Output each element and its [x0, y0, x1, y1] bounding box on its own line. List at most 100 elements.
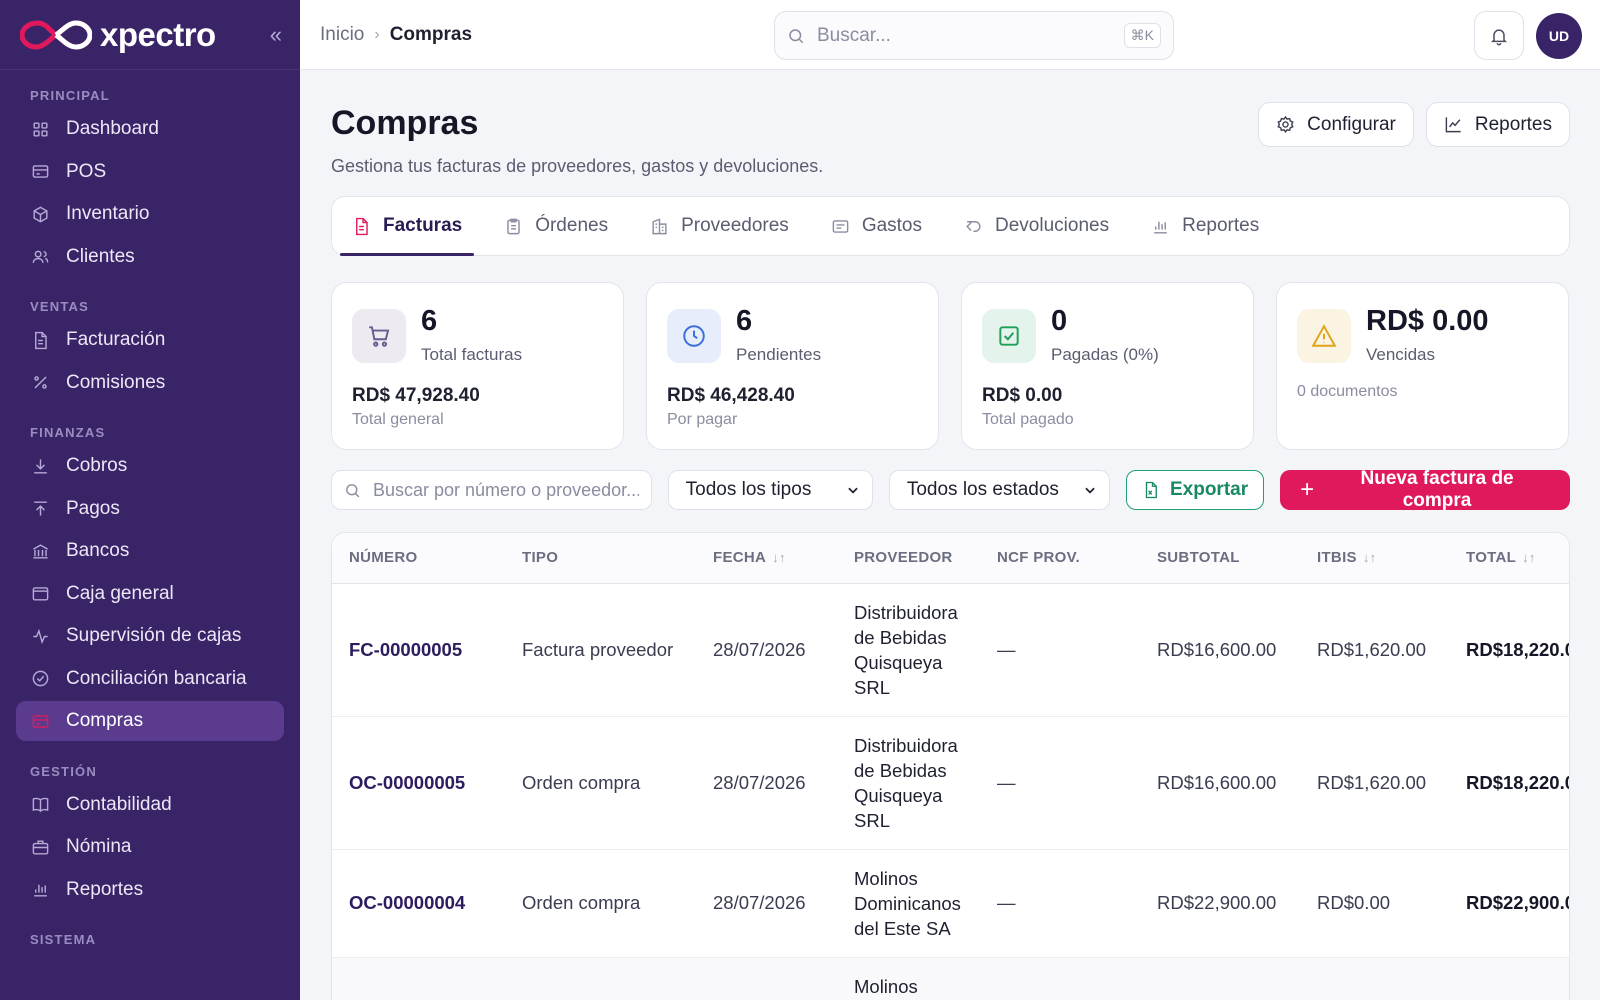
shortcut-hint: ⌘K [1123, 23, 1161, 48]
collapse-sidebar-icon[interactable]: « [270, 22, 282, 48]
search-icon [346, 483, 360, 497]
tab-gastos[interactable]: Gastos [819, 197, 934, 255]
reports-button[interactable]: Reportes [1425, 102, 1570, 147]
tab-facturas[interactable]: Facturas [340, 197, 475, 256]
stat-value: 0 [1051, 305, 1068, 337]
tab-reportes[interactable]: Reportes [1139, 197, 1271, 255]
cell-total: RD$22,900.00 [1449, 849, 1569, 958]
sidebar-item-label: Supervisión de cajas [66, 625, 242, 646]
export-button[interactable]: Exportar [1125, 470, 1265, 510]
cell-numero[interactable]: OC-00000005 [332, 716, 505, 850]
tab-proveedores[interactable]: Proveedores [638, 197, 801, 255]
sidebar-item-label: Cobros [66, 455, 128, 476]
table-row[interactable]: FC-00000005 Factura proveedor 28/07/2026 Di… [332, 583, 1569, 717]
nav-section-ventas: VENTAS Facturación Comisiones [0, 281, 300, 407]
global-search-input[interactable] [817, 24, 1124, 47]
sidebar-item-label: Contabilidad [66, 793, 172, 815]
stat-label: Total facturas [421, 345, 523, 364]
brand: xpectro « [0, 0, 300, 70]
sidebar-item-dashboard[interactable]: Dashboard [16, 109, 284, 149]
cell-subtotal: RD$16,600.00 [1140, 583, 1300, 717]
sidebar-item-facturacion[interactable]: Facturación [16, 320, 284, 360]
user-avatar[interactable]: UD [1536, 12, 1582, 59]
sort-icon[interactable]: ↓↑ [1522, 550, 1536, 565]
global-search[interactable]: ⌘K [774, 11, 1174, 60]
tab-devoluciones[interactable]: Devoluciones [952, 197, 1121, 255]
table-row[interactable]: OC-00000005 Orden compra 28/07/2026 Distrib… [332, 716, 1569, 850]
warning-icon [1297, 309, 1351, 363]
cell-total: RD$18,220.00 [1449, 583, 1569, 717]
stat-card: 0 Pagadas (0%) RD$ 0.00 Total pagado [961, 282, 1254, 450]
cell-proveedor: Molinos Dominicanos del Este SA [837, 849, 980, 958]
new-purchase-invoice-button[interactable]: + Nueva factura de compra [1280, 468, 1570, 511]
tab-ordenes[interactable]: Órdenes [492, 197, 620, 255]
sidebar-item-compras[interactable]: Compras [16, 701, 284, 741]
tabs-bar: Facturas Órdenes Proveedores Gastos Devoluci… [331, 196, 1570, 256]
table-row[interactable]: Molinos [332, 957, 1569, 1000]
cell-subtotal [1140, 957, 1300, 1000]
breadcrumb-home[interactable]: Inicio [320, 24, 364, 46]
clipboard-icon [504, 217, 535, 236]
sort-icon[interactable]: ↓↑ [772, 550, 786, 565]
stat-label: Pendientes [736, 345, 822, 364]
column-header-numero: NÚMERO [332, 533, 505, 584]
table-row[interactable]: OC-00000004 Orden compra 28/07/2026 Molinos… [332, 849, 1569, 958]
bar-chart-icon [1151, 217, 1182, 236]
export-button-label: Exportar [1169, 479, 1249, 500]
undo-icon [964, 217, 995, 236]
sidebar-item-conciliacion-bancaria[interactable]: Conciliación bancaria [16, 659, 284, 699]
column-header-total[interactable]: TOTAL ↓↑ [1449, 533, 1569, 584]
sidebar-item-bancos[interactable]: Bancos [16, 531, 284, 571]
sidebar-item-caja-general[interactable]: Caja general [16, 574, 284, 614]
section-label: VENTAS [30, 299, 89, 314]
sidebar-item-clientes[interactable]: Clientes [16, 237, 284, 277]
type-select-value: Todos los tipos [685, 479, 812, 500]
column-header-itbis[interactable]: ITBIS ↓↑ [1300, 533, 1449, 584]
column-header-subtotal: SUBTOTAL [1140, 533, 1300, 584]
configure-button-label: Configurar [1307, 113, 1396, 135]
column-header-fecha[interactable]: FECHA ↓↑ [696, 533, 837, 584]
cell-numero[interactable]: FC-00000005 [332, 583, 505, 717]
sidebar-item-pagos[interactable]: Pagos [16, 489, 284, 529]
notifications-button[interactable] [1474, 11, 1524, 60]
sidebar-item-reportes[interactable]: Reportes [16, 870, 284, 910]
column-header-label: SUBTOTAL [1157, 549, 1240, 567]
stat-value: RD$ 0.00 [1366, 305, 1489, 337]
sidebar-item-label: Caja general [66, 582, 174, 604]
stat-amount: RD$ 47,928.40 [352, 385, 480, 406]
cell-proveedor: Distribuidora de Bebidas Quisqueya SRL [837, 716, 980, 850]
sidebar-item-inventario[interactable]: Inventario [16, 194, 284, 234]
credit-card-icon [30, 711, 50, 731]
stat-label: Pagadas (0%) [1051, 345, 1159, 364]
configure-button[interactable]: Configurar [1258, 102, 1414, 147]
cell-numero[interactable]: OC-00000004 [332, 849, 505, 958]
sidebar-item-pos[interactable]: POS [16, 152, 284, 192]
column-header-label: TIPO [522, 549, 559, 567]
wallet-icon [30, 584, 50, 604]
cell-tipo: Factura proveedor [505, 583, 696, 717]
invoice-search[interactable] [331, 470, 652, 510]
sidebar-item-nomina[interactable]: Nómina [16, 827, 284, 867]
status-select[interactable]: Todos los estados [888, 470, 1110, 510]
type-select[interactable]: Todos los tipos [667, 470, 873, 510]
chevron-right-icon: › [374, 25, 380, 43]
stats-row: 6 Total facturas RD$ 47,928.40 Total genera… [331, 282, 1570, 450]
sort-icon[interactable]: ↓↑ [1363, 550, 1377, 565]
spreadsheet-file-icon [1145, 481, 1157, 499]
stat-label: Vencidas [1366, 345, 1435, 364]
cell-itbis: RD$0.00 [1300, 849, 1449, 958]
book-open-icon [30, 795, 50, 815]
section-label: GESTIÓN [30, 763, 97, 779]
sidebar-item-cobros[interactable]: Cobros [16, 446, 284, 486]
invoice-search-input[interactable] [373, 479, 639, 501]
cell-numero[interactable] [332, 957, 505, 1000]
sidebar-item-supervision-de-cajas[interactable]: Supervisión de cajas [16, 616, 284, 656]
stat-card: 6 Total facturas RD$ 47,928.40 Total genera… [331, 282, 624, 450]
sidebar-item-label: Comisiones [66, 371, 166, 393]
sidebar-item-comisiones[interactable]: Comisiones [16, 363, 284, 403]
sidebar-item-label: Inventario [66, 203, 150, 224]
cell-itbis [1300, 957, 1449, 1000]
tab-label: Devoluciones [995, 215, 1110, 236]
cell-total [1449, 957, 1569, 1000]
sidebar-item-contabilidad[interactable]: Contabilidad [16, 785, 284, 825]
